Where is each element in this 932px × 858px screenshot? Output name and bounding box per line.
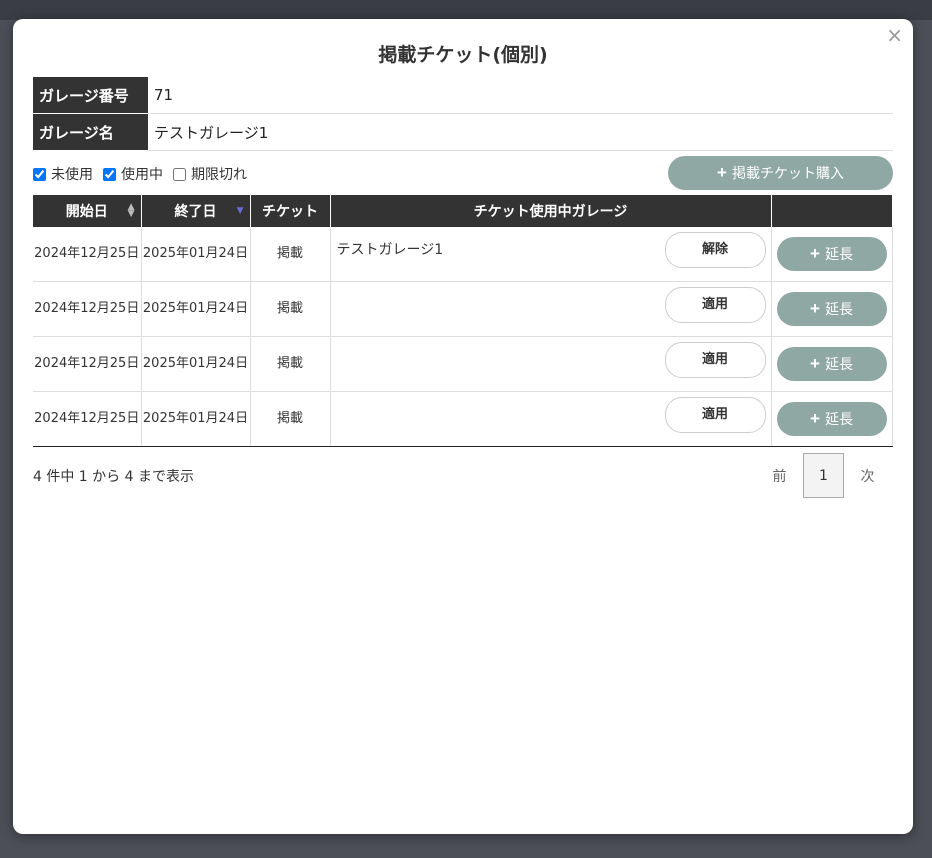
apply-button[interactable]: 適用 [664, 342, 766, 378]
col-end-date[interactable]: 終了日 ▼ [141, 195, 251, 227]
plus-icon: + [810, 409, 820, 428]
end-date-cell: 2025年01月24日 [141, 391, 251, 447]
extend-button[interactable]: + 延長 [776, 347, 887, 381]
next-page-button[interactable]: 次 [844, 466, 891, 486]
status-filters: 未使用 使用中 期限切れ [33, 164, 257, 184]
pagination-info: 4 件中 1 から 4 まで表示 [33, 469, 194, 485]
filter-expired-checkbox[interactable] [173, 167, 186, 181]
col-garage-in-use: チケット使用中ガレージ [330, 195, 772, 227]
extend-cell: + 延長 [771, 227, 893, 282]
end-date-cell: 2025年01月24日 [141, 281, 251, 337]
release-button[interactable]: 解除 [664, 232, 766, 268]
prev-page-button[interactable]: 前 [756, 466, 803, 486]
modal-title: 掲載チケット(個別) [378, 44, 548, 66]
apply-button[interactable]: 適用 [664, 397, 766, 433]
plus-icon: + [810, 354, 820, 373]
col-start-date-label: 開始日 [65, 204, 108, 220]
ticket-cell: 掲載 [250, 281, 331, 337]
start-date-cell: 2024年12月25日 [33, 391, 142, 447]
backdrop-header [0, 0, 932, 20]
ticket-modal: × 掲載チケット(個別) ガレージ番号 71 ガレージ名 テストガレージ1 未使… [13, 19, 913, 834]
garage-name-label: ガレージ名 [33, 113, 148, 151]
extend-label: 延長 [824, 411, 853, 427]
extend-cell: + 延長 [771, 391, 893, 447]
filter-in-use-checkbox[interactable] [103, 167, 116, 181]
purchase-ticket-label: 掲載チケット購入 [731, 165, 844, 181]
garage-info-table: ガレージ番号 71 ガレージ名 テストガレージ1 [33, 77, 893, 151]
plus-icon: + [810, 299, 820, 318]
ticket-table: 開始日 ▲ ▼ 終了日 ▼ チケット チケット使用中ガレージ 2024年12月25… [33, 195, 893, 447]
extend-label: 延長 [824, 301, 853, 317]
start-date-cell: 2024年12月25日 [33, 227, 142, 282]
filter-in-use[interactable]: 使用中 [103, 164, 163, 184]
col-ticket: チケット [250, 195, 331, 227]
table-row: 2024年12月25日 2025年01月24日 掲載 テストガレージ1 解除 +… [33, 227, 893, 282]
garage-cell: 適用 [330, 336, 772, 392]
filter-in-use-label: 使用中 [121, 167, 163, 183]
start-date-cell: 2024年12月25日 [33, 336, 142, 392]
garage-number-label: ガレージ番号 [33, 77, 148, 114]
garage-cell: テストガレージ1 解除 [330, 227, 772, 282]
table-row: 2024年12月25日 2025年01月24日 掲載 適用 + 延長 [33, 391, 893, 447]
ticket-cell: 掲載 [250, 391, 331, 447]
garage-cell: 適用 [330, 281, 772, 337]
col-start-date[interactable]: 開始日 ▲ ▼ [33, 195, 142, 227]
apply-button[interactable]: 適用 [664, 287, 766, 323]
ticket-cell: 掲載 [250, 336, 331, 392]
extend-label: 延長 [824, 246, 853, 262]
filter-expired-label: 期限切れ [191, 167, 247, 183]
start-date-cell: 2024年12月25日 [33, 281, 142, 337]
extend-button[interactable]: + 延長 [776, 292, 887, 326]
extend-cell: + 延長 [771, 281, 893, 337]
col-end-date-label: 終了日 [174, 204, 217, 220]
garage-name-value: テストガレージ1 [148, 113, 893, 151]
purchase-ticket-button[interactable]: + 掲載チケット購入 [668, 156, 893, 190]
sort-desc-icon: ▼ [236, 206, 244, 216]
table-row: 2024年12月25日 2025年01月24日 掲載 適用 + 延長 [33, 281, 893, 337]
extend-cell: + 延長 [771, 336, 893, 392]
plus-icon: + [717, 163, 727, 182]
page-1-button[interactable]: 1 [803, 453, 844, 498]
col-actions [771, 195, 892, 227]
extend-button[interactable]: + 延長 [776, 402, 887, 436]
sort-both-icon: ▲ ▼ [127, 202, 135, 219]
ticket-cell: 掲載 [250, 227, 331, 282]
filter-unused-label: 未使用 [51, 167, 93, 183]
end-date-cell: 2025年01月24日 [141, 227, 251, 282]
plus-icon: + [810, 244, 820, 263]
filter-unused-checkbox[interactable] [33, 167, 46, 181]
garage-in-use-name: テストガレージ1 [336, 242, 444, 258]
filter-unused[interactable]: 未使用 [33, 164, 93, 184]
garage-cell: 適用 [330, 391, 772, 447]
filter-expired[interactable]: 期限切れ [173, 164, 247, 184]
end-date-cell: 2025年01月24日 [141, 336, 251, 392]
garage-number-value: 71 [148, 77, 893, 114]
extend-label: 延長 [824, 356, 853, 372]
extend-button[interactable]: + 延長 [776, 237, 887, 271]
table-row: 2024年12月25日 2025年01月24日 掲載 適用 + 延長 [33, 336, 893, 392]
pagination: 前 1 次 [756, 453, 891, 498]
